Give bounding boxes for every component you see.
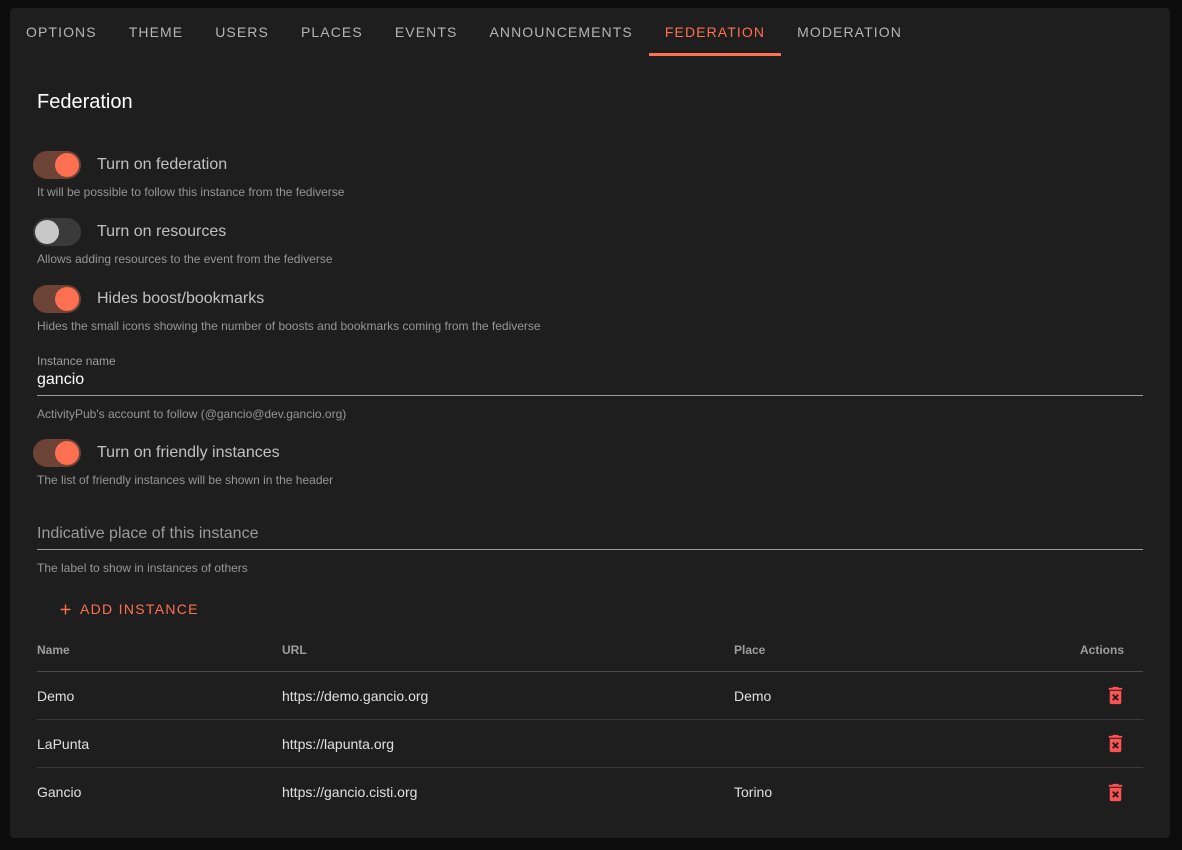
resources-toggle-label: Turn on resources xyxy=(97,223,226,241)
table-row: Gancio https://gancio.cisti.org Torino xyxy=(37,768,1143,816)
federation-settings-panel: Federation Turn on federation It will be… xyxy=(10,90,1170,816)
friendly-instances-toggle-label: Turn on friendly instances xyxy=(97,444,280,462)
boost-switch-row: Hides boost/bookmarks xyxy=(37,285,1143,313)
friendly-switch-row: Turn on friendly instances xyxy=(37,439,1143,467)
trash-delete-icon xyxy=(1104,732,1127,755)
admin-panel-card: OPTIONS THEME USERS PLACES EVENTS ANNOUN… xyxy=(10,8,1170,838)
federation-toggle[interactable] xyxy=(33,151,81,179)
page-title: Federation xyxy=(37,90,1143,114)
add-instance-button-label: ADD INSTANCE xyxy=(80,601,199,617)
tab-moderation[interactable]: MODERATION xyxy=(781,8,918,56)
trash-delete-icon xyxy=(1104,684,1127,707)
trash-delete-icon xyxy=(1104,781,1127,804)
instance-name-label: Instance name xyxy=(37,354,1143,368)
instance-name-input[interactable] xyxy=(37,368,1143,396)
instance-place-cell: Demo xyxy=(717,688,1063,704)
tab-federation[interactable]: FEDERATION xyxy=(649,8,781,56)
resources-toggle[interactable] xyxy=(33,218,81,246)
tab-places[interactable]: PLACES xyxy=(285,8,379,56)
instance-name-cell: Gancio xyxy=(37,784,265,800)
add-instance-button[interactable]: ADD INSTANCE xyxy=(49,591,207,627)
boost-bookmarks-toggle-hint: Hides the small icons showing the number… xyxy=(37,319,1143,333)
instance-place-input[interactable] xyxy=(37,522,1143,550)
toggle-thumb xyxy=(55,287,79,311)
plus-icon xyxy=(57,601,74,618)
tab-users[interactable]: USERS xyxy=(199,8,285,56)
federation-toggle-label: Turn on federation xyxy=(97,156,227,174)
boost-bookmarks-toggle[interactable] xyxy=(33,285,81,313)
delete-instance-button[interactable] xyxy=(1104,684,1127,707)
instance-url-cell: https://lapunta.org xyxy=(265,736,717,752)
instance-place-hint: The label to show in instances of others xyxy=(37,561,1143,575)
friendly-instances-toggle-hint: The list of friendly instances will be s… xyxy=(37,473,1143,487)
toggle-thumb xyxy=(35,220,59,244)
tab-theme[interactable]: THEME xyxy=(113,8,200,56)
instance-url-cell: https://gancio.cisti.org xyxy=(265,784,717,800)
delete-instance-button[interactable] xyxy=(1104,781,1127,804)
instance-name-cell: Demo xyxy=(37,688,265,704)
instance-place-cell: Torino xyxy=(717,784,1063,800)
boost-bookmarks-toggle-label: Hides boost/bookmarks xyxy=(97,290,264,308)
tab-events[interactable]: EVENTS xyxy=(379,8,474,56)
toggle-thumb xyxy=(55,153,79,177)
table-row: LaPunta https://lapunta.org xyxy=(37,720,1143,768)
instance-url-cell: https://demo.gancio.org xyxy=(265,688,717,704)
tab-announcements[interactable]: ANNOUNCEMENTS xyxy=(473,8,648,56)
resources-switch-row: Turn on resources xyxy=(37,218,1143,246)
federation-switch-row: Turn on federation xyxy=(37,151,1143,179)
friendly-instances-toggle[interactable] xyxy=(33,439,81,467)
table-row: Demo https://demo.gancio.org Demo xyxy=(37,672,1143,720)
admin-tab-bar: OPTIONS THEME USERS PLACES EVENTS ANNOUN… xyxy=(10,8,1170,56)
instance-name-hint: ActivityPub's account to follow (@gancio… xyxy=(37,407,1143,421)
column-header-actions: Actions xyxy=(1063,643,1157,657)
instances-table: Name URL Place Actions Demo https://demo… xyxy=(37,628,1143,816)
tab-options[interactable]: OPTIONS xyxy=(10,8,113,56)
column-header-name: Name xyxy=(37,643,265,657)
instance-name-cell: LaPunta xyxy=(37,736,265,752)
instances-table-header: Name URL Place Actions xyxy=(37,628,1143,672)
column-header-url: URL xyxy=(265,643,717,657)
toggle-thumb xyxy=(55,441,79,465)
delete-instance-button[interactable] xyxy=(1104,732,1127,755)
federation-toggle-hint: It will be possible to follow this insta… xyxy=(37,185,1143,199)
resources-toggle-hint: Allows adding resources to the event fro… xyxy=(37,252,1143,266)
column-header-place: Place xyxy=(717,643,1063,657)
